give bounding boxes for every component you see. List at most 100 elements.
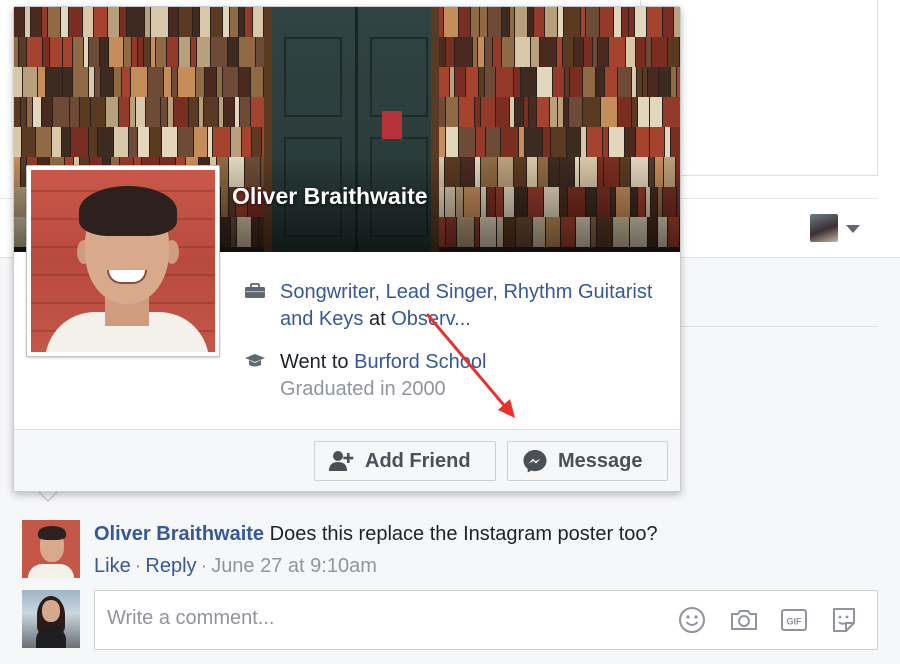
book-spine: [583, 97, 600, 127]
education-text: Went to Burford School Graduated in 2000: [280, 349, 660, 403]
book-spine: [196, 67, 204, 97]
book-spine: [647, 7, 662, 37]
book-spine: [473, 37, 477, 67]
book-spine: [148, 67, 163, 97]
book-spine: [164, 67, 171, 97]
book-spine: [558, 97, 563, 127]
book-spine: [537, 67, 552, 97]
book-spine: [71, 127, 88, 157]
add-friend-button[interactable]: Add Friend: [314, 441, 496, 481]
book-spine: [48, 7, 60, 37]
book-spine: [106, 97, 118, 127]
book-spine: [23, 67, 37, 97]
book-spine: [476, 127, 485, 157]
profile-picture[interactable]: [26, 165, 220, 357]
profile-name[interactable]: Oliver Braithwaite: [232, 183, 428, 210]
reply-link[interactable]: Reply: [145, 555, 196, 577]
comment-author-link[interactable]: Oliver Braithwaite: [94, 523, 264, 545]
book-spine: [665, 127, 670, 157]
work-connector: at: [368, 308, 386, 330]
education-prefix: Went to: [280, 351, 349, 373]
camera-icon[interactable]: [729, 605, 759, 635]
book-spine: [485, 67, 495, 97]
book-spine: [519, 127, 524, 157]
book-spine: [124, 37, 131, 67]
book-spine: [63, 67, 72, 97]
book-spine: [439, 37, 445, 67]
book-spine: [130, 97, 135, 127]
book-spine: [239, 7, 244, 37]
book-spine: [217, 67, 222, 97]
school-link[interactable]: Burford School: [354, 351, 486, 373]
gif-icon[interactable]: GIF: [779, 605, 809, 635]
book-spine: [671, 67, 676, 97]
book-spine: [587, 127, 602, 157]
book-spine: [564, 7, 580, 37]
book-spine: [636, 37, 645, 67]
book-spine: [108, 7, 119, 37]
emoji-icon[interactable]: [677, 605, 707, 635]
book-spine: [132, 37, 137, 67]
book-spine: [671, 127, 680, 157]
book-spine: [151, 7, 168, 37]
book-spine: [98, 127, 113, 157]
book-spine: [109, 37, 123, 67]
book-spine: [239, 37, 255, 67]
book-spine: [622, 7, 628, 37]
book-spine: [528, 7, 533, 37]
book-spine: [521, 67, 536, 97]
book-spine: [479, 67, 484, 97]
book-spine: [224, 97, 234, 127]
comment-author-avatar[interactable]: [22, 520, 80, 578]
avatar-hair: [79, 186, 177, 236]
book-spine: [31, 7, 41, 37]
book-spine: [127, 7, 144, 37]
separator-dot: ·: [134, 555, 142, 577]
sticker-icon[interactable]: [829, 605, 859, 635]
book-spine: [515, 97, 523, 127]
book-spine: [131, 67, 147, 97]
book-spine: [89, 37, 99, 67]
comment-actions: Like · Reply · June 27 at 9:10am: [94, 552, 377, 580]
book-spine: [199, 97, 203, 127]
book-spine: [446, 127, 458, 157]
book-spine: [543, 127, 550, 157]
book-spine: [565, 67, 569, 97]
book-spine: [510, 7, 514, 37]
book-spine: [601, 97, 617, 127]
avatar-shirt: [28, 564, 74, 578]
book-spine: [496, 97, 509, 127]
chevron-down-icon[interactable]: [846, 225, 860, 233]
book-spine: [245, 7, 252, 37]
book-spine: [42, 97, 52, 127]
book-spine: [531, 37, 539, 67]
separator-dot: ·: [200, 555, 208, 577]
book-spine: [475, 97, 480, 127]
book-spine: [21, 97, 26, 127]
message-button[interactable]: Message: [507, 441, 668, 481]
book-spine: [659, 67, 670, 97]
book-spine: [586, 7, 599, 37]
book-spine: [603, 127, 608, 157]
book-spine: [205, 67, 216, 97]
book-spine: [223, 7, 229, 37]
book-spine: [14, 67, 22, 97]
comment-input[interactable]: Write a comment... GIF: [94, 590, 878, 650]
like-link[interactable]: Like: [94, 555, 131, 577]
book-spine: [38, 67, 45, 97]
briefcase-icon: [245, 283, 265, 298]
book-spine: [242, 127, 251, 157]
book-spine: [162, 127, 177, 157]
book-spine: [52, 127, 61, 157]
book-spine: [197, 37, 210, 67]
message-label: Message: [558, 449, 643, 472]
comment-timestamp[interactable]: June 27 at 9:10am: [211, 555, 377, 577]
work-company-link[interactable]: Observ...: [391, 308, 471, 330]
actor-selector-avatar[interactable]: [810, 214, 838, 242]
graduation-cap-icon: [245, 354, 265, 367]
composer-avatar[interactable]: [22, 590, 80, 648]
book-spine: [145, 7, 150, 37]
book-spine: [89, 127, 97, 157]
book-spine: [223, 67, 238, 97]
book-spine: [167, 37, 178, 67]
